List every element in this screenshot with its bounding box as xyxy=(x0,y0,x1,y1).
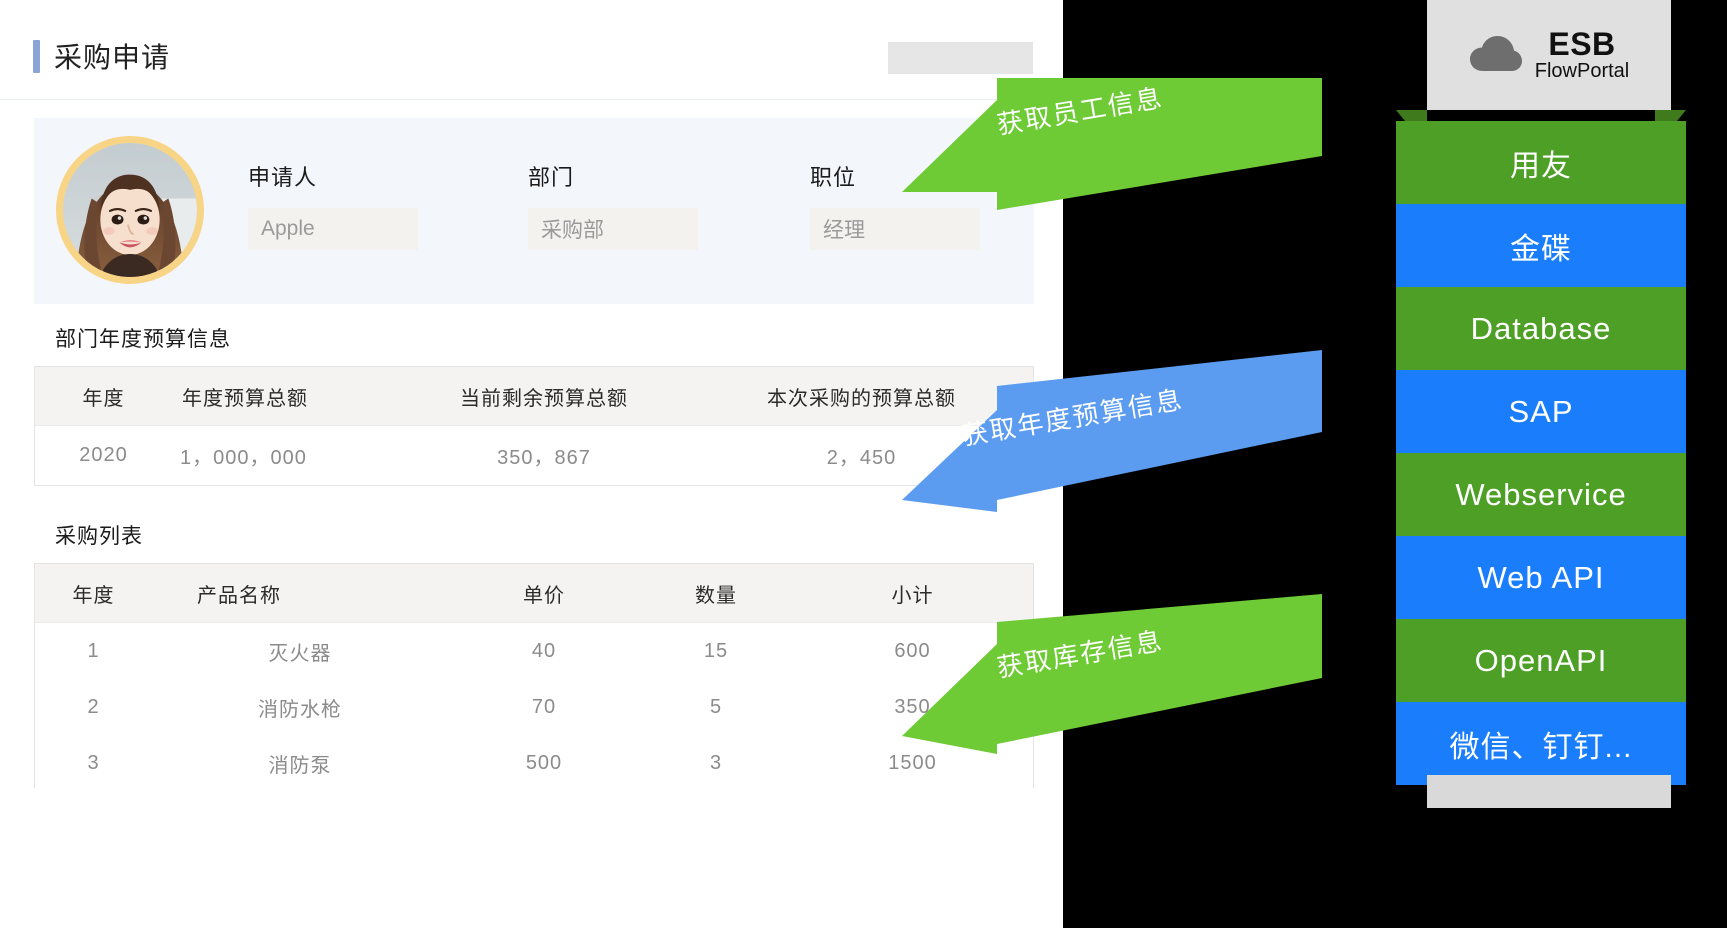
title-accent-bar xyxy=(33,39,40,73)
table-header-row: 年度 产品名称 单价 数量 小计 xyxy=(35,564,1033,623)
service-item-database[interactable]: Database xyxy=(1396,287,1686,370)
table-row: 2 消防水枪 70 5 350 xyxy=(35,679,1033,735)
cell-quantity: 15 xyxy=(640,622,792,679)
service-label: OpenAPI xyxy=(1474,642,1608,678)
page-title-wrap: 采购申请 xyxy=(33,36,170,76)
budget-section-title: 部门年度预算信息 xyxy=(55,328,231,351)
diagram-canvas: 采购申请 申请人 Apple 部门 采购部 职位 经理 部门年度预算信息 年度 … xyxy=(0,0,1727,928)
arrow-employee-info: 获取员工信息 xyxy=(902,78,1322,210)
applicant-value[interactable]: Apple xyxy=(248,208,418,250)
column-header-year: 年度 xyxy=(35,367,172,426)
service-label: 金碟 xyxy=(1510,232,1572,266)
arrow-inventory-info: 获取库存信息 xyxy=(902,594,1322,754)
header-placeholder-block xyxy=(888,42,1033,74)
column-header-unit-price: 单价 xyxy=(448,564,640,623)
service-label: Web API xyxy=(1477,559,1605,595)
service-label: Webservice xyxy=(1455,476,1627,512)
table-row: 1 灭火器 40 15 600 xyxy=(35,622,1033,679)
department-value[interactable]: 采购部 xyxy=(528,208,698,250)
cell-annual-budget: 1，000，000 xyxy=(172,425,398,484)
service-item-yonyou[interactable]: 用友 xyxy=(1396,121,1686,204)
service-label: SAP xyxy=(1508,393,1574,429)
esb-text-block: ESB FlowPortal xyxy=(1534,25,1630,83)
service-label: 用友 xyxy=(1510,149,1572,183)
cell-unit-price: 500 xyxy=(448,735,640,791)
esb-footer-block xyxy=(1427,775,1671,808)
service-item-webservice[interactable]: Webservice xyxy=(1396,453,1686,536)
table-header-row: 年度 年度预算总额 当前剩余预算总额 本次采购的预算总额 xyxy=(35,367,1033,426)
field-label: 申请人 xyxy=(248,165,318,190)
field-department: 部门 采购部 xyxy=(528,160,698,250)
service-item-web-api[interactable]: Web API xyxy=(1396,536,1686,619)
esb-service-list: 用友 金碟 Database SAP Webservice Web API Op… xyxy=(1396,121,1686,785)
service-label: Database xyxy=(1470,310,1612,346)
column-header-index: 年度 xyxy=(35,564,152,623)
cell-year: 2020 xyxy=(35,425,172,484)
column-header-annual-budget: 年度预算总额 xyxy=(172,367,398,426)
cloud-icon xyxy=(1469,35,1523,75)
cell-remaining-budget: 350，867 xyxy=(398,425,690,484)
esb-header-card: ESB FlowPortal xyxy=(1427,0,1671,110)
service-item-kingdee[interactable]: 金碟 xyxy=(1396,204,1686,287)
arrow-budget-info: 获取年度预算信息 xyxy=(902,350,1322,512)
esb-subtitle: FlowPortal xyxy=(1534,60,1630,83)
cell-unit-price: 40 xyxy=(448,622,640,679)
cell-index: 2 xyxy=(35,679,152,735)
column-header-remaining-budget: 当前剩余预算总额 xyxy=(398,367,690,426)
purchase-list-title: 采购列表 xyxy=(55,525,143,548)
column-header-quantity: 数量 xyxy=(640,564,792,623)
avatar-photo xyxy=(63,143,197,277)
cell-quantity: 5 xyxy=(640,679,792,735)
cell-index: 1 xyxy=(35,622,152,679)
service-item-sap[interactable]: SAP xyxy=(1396,370,1686,453)
column-header-subtotal: 小计 xyxy=(792,564,1033,623)
cell-product: 消防水枪 xyxy=(152,679,448,735)
cell-product: 灭火器 xyxy=(152,622,448,679)
cell-quantity: 3 xyxy=(640,735,792,791)
position-value[interactable]: 经理 xyxy=(810,208,980,250)
esb-title: ESB xyxy=(1548,25,1616,62)
table-row: 3 消防泵 500 3 1500 xyxy=(35,735,1033,791)
cell-unit-price: 70 xyxy=(448,679,640,735)
purchase-list-table: 年度 产品名称 单价 数量 小计 1 灭火器 40 15 600 2 消防水枪 … xyxy=(34,563,1034,791)
avatar xyxy=(56,136,204,284)
budget-table: 年度 年度预算总额 当前剩余预算总额 本次采购的预算总额 2020 1，000，… xyxy=(34,366,1034,486)
field-label: 部门 xyxy=(528,165,575,190)
service-item-openapi[interactable]: OpenAPI xyxy=(1396,619,1686,702)
field-applicant: 申请人 Apple xyxy=(248,160,418,250)
page-title: 采购申请 xyxy=(54,42,171,73)
table-row: 2020 1，000，000 350，867 2，450 xyxy=(35,425,1033,484)
column-header-product: 产品名称 xyxy=(152,564,448,623)
applicant-info-panel: 申请人 Apple 部门 采购部 职位 经理 xyxy=(34,118,1034,304)
service-label: 微信、钉钉... xyxy=(1449,730,1633,764)
service-item-wechat-dingtalk[interactable]: 微信、钉钉... xyxy=(1396,702,1686,785)
cell-product: 消防泵 xyxy=(152,735,448,791)
cell-index: 3 xyxy=(35,735,152,791)
